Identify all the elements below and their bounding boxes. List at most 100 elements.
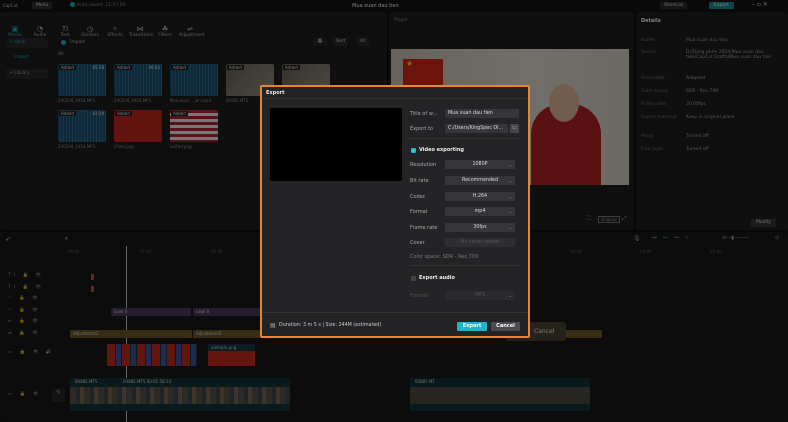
audio-export-checkbox[interactable]: [411, 276, 416, 281]
dialog-header: Export: [262, 87, 528, 99]
view-toggle-icon[interactable]: ▦: [313, 38, 327, 46]
split-icon[interactable]: ⏸: [65, 235, 68, 243]
format-select[interactable]: mp4 ⌄: [445, 207, 515, 216]
detail-key: Frame rate:: [641, 102, 668, 107]
adjustment-clip[interactable]: Adjustment2: [70, 330, 192, 338]
media-thumbnail[interactable]: Added: [114, 110, 162, 142]
tool-stickers[interactable]: ◷ Stickers: [79, 25, 101, 38]
text-clip[interactable]: [91, 286, 94, 292]
menu-button[interactable]: Menu: [32, 2, 53, 9]
added-badge: Added: [115, 65, 132, 70]
overlay-image-clips[interactable]: [107, 344, 197, 366]
cancel-button[interactable]: Cancel: [491, 322, 520, 331]
adjustment-clip-tail[interactable]: [566, 330, 602, 338]
select-tool-icon[interactable]: ➶: [5, 235, 11, 243]
title-bar: CapCut Menu Auto saved: 21:07:50 Mua xua…: [0, 0, 788, 11]
sort-button[interactable]: Sort: [333, 38, 349, 46]
media-thumbnail[interactable]: Added 05:38: [58, 64, 106, 96]
tool-audio[interactable]: ◔ Audio: [29, 25, 51, 38]
tool-effects[interactable]: ✧ Effects: [104, 25, 126, 38]
track-controls-adjust[interactable]: ⇌ 🔒 👁: [8, 319, 41, 324]
ruler-tick: 01:00: [140, 249, 152, 254]
framerate-select[interactable]: 30fps ⌄: [445, 223, 515, 232]
player-title: Player: [394, 18, 409, 23]
ratio-button[interactable]: Original: [598, 216, 620, 223]
zoom-slider[interactable]: ⊖—▮———: [722, 235, 749, 241]
tool-transitions[interactable]: ⋈ Transitions: [129, 25, 153, 38]
framerate-value: 30fps: [473, 225, 487, 230]
tool-adjustment[interactable]: ⇌ Adjustment: [179, 25, 205, 38]
import-button[interactable]: Import: [70, 40, 85, 45]
added-badge: Added: [171, 111, 188, 116]
bitrate-select[interactable]: Recommended ⌄: [445, 176, 515, 185]
tool-label: Adjustment: [179, 33, 205, 38]
chevron-down-icon: ⌄: [508, 162, 512, 167]
chevron-down-icon: ⌄: [508, 209, 512, 214]
detail-key: Import material:: [641, 115, 678, 120]
film-icon: ▤: [270, 322, 276, 329]
cover-field[interactable]: No cover added: [445, 238, 515, 247]
fit-icon[interactable]: ⛶: [587, 215, 591, 223]
resolution-label: Resolution: [410, 162, 437, 168]
media-thumbnail[interactable]: Added 06:43: [114, 64, 162, 96]
app-logo: CapCut: [3, 3, 18, 8]
microphone-icon[interactable]: 🎙: [633, 235, 641, 242]
tool-text[interactable]: TI Text: [54, 25, 76, 38]
tool-filters[interactable]: ☘ Filters: [154, 25, 176, 38]
track-controls-text[interactable]: TI 🔒 👁: [8, 285, 44, 290]
filters-icon: ☘: [161, 25, 169, 33]
window-controls[interactable]: – ▫ ✕: [752, 1, 768, 8]
export-path-input[interactable]: C:/Users/KingSpec Ol...: [445, 124, 508, 133]
zoom-fit-icon[interactable]: ⊙: [775, 235, 779, 241]
detail-key: Color space:: [641, 89, 669, 94]
text-clip[interactable]: [91, 274, 94, 280]
track-controls-main[interactable]: ▭ 🔒 👁 ·: [8, 392, 50, 397]
video-export-checkbox[interactable]: ✓: [411, 148, 416, 153]
audio-format-select[interactable]: MP3 ⌄: [445, 291, 515, 300]
resolution-select[interactable]: 1080P ⌄: [445, 160, 515, 169]
modify-button[interactable]: Modify: [751, 219, 776, 227]
edit-cover-icon[interactable]: ✎: [52, 389, 65, 402]
folder-icon[interactable]: ▭: [510, 124, 519, 133]
media-thumbnail[interactable]: Added: [170, 64, 218, 96]
added-badge: Added: [171, 65, 188, 70]
format-value: mp4: [474, 209, 486, 214]
track-controls-adjust[interactable]: ⇌ 🔒 👁: [8, 331, 41, 336]
codec-select[interactable]: H.264 ⌄: [445, 192, 515, 201]
track-controls-effect[interactable]: ✧ 🔒 👁: [8, 308, 41, 313]
detail-value: Turned off: [686, 147, 709, 152]
bitrate-label: Bit rate: [410, 178, 429, 184]
filter-all-button[interactable]: All: [357, 38, 369, 46]
effect-clip[interactable]: Leak II: [193, 308, 260, 316]
export-top-button[interactable]: Export: [709, 2, 734, 9]
shortcut-button[interactable]: Shortcut: [660, 2, 688, 9]
fullscreen-icon[interactable]: ⤢: [622, 215, 627, 223]
sidebar-library[interactable]: • Library: [6, 69, 48, 79]
ruler-tick: 04:00: [640, 249, 652, 254]
media-duration: 06:43: [148, 65, 160, 70]
media-duration: 05:38: [92, 65, 104, 70]
format-label: Format: [410, 209, 428, 215]
track-controls-overlay[interactable]: ▭ 🔒 👁 🔊: [8, 350, 54, 355]
media-filename: 240208_1454.MP3: [58, 144, 96, 149]
media-thumbnail[interactable]: Added 02:19: [58, 110, 106, 142]
track-controls-text[interactable]: TI 🔒 👁: [8, 273, 44, 278]
tool-label: Text: [60, 33, 70, 38]
detail-key: Proxy:: [641, 134, 655, 139]
export-button[interactable]: Export: [457, 322, 487, 331]
import-icon[interactable]: [61, 40, 66, 45]
title-input[interactable]: Mua xuan dau tien: [445, 109, 519, 118]
main-video-track[interactable]: 00885.MTS 00885.MTS 00:01:58:14: [70, 378, 290, 411]
media-thumbnail[interactable]: Added: [170, 110, 218, 142]
adjustment-clip[interactable]: Adjustment2: [193, 330, 260, 338]
tool-media[interactable]: ▣ Media: [4, 25, 26, 38]
effect-clip[interactable]: Leak II: [111, 308, 191, 316]
divider: [410, 265, 520, 266]
track-controls-effect[interactable]: ✧ 🔒 👁: [8, 296, 41, 301]
overlay-image-clip[interactable]: vietnam.png: [208, 344, 255, 366]
stickers-icon: ◷: [86, 25, 94, 33]
sidebar-local[interactable]: • Local: [6, 38, 48, 48]
main-video-track-right[interactable]: 00887.MT: [410, 378, 590, 411]
timeline-tools[interactable]: ⊶⊷⊶⊹: [652, 235, 695, 241]
sidebar-import[interactable]: Import: [14, 55, 29, 60]
